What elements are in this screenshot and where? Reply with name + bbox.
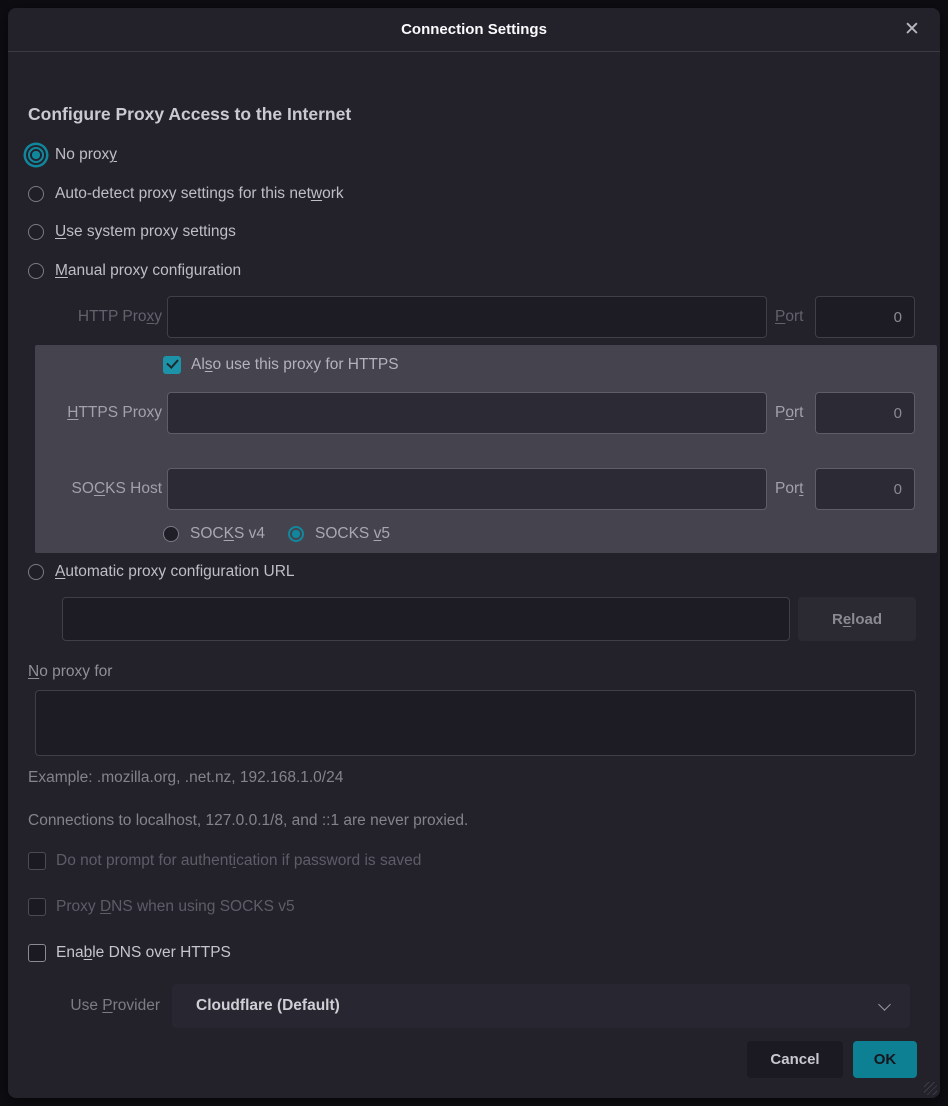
radio-manual-proxy[interactable]: Manual proxy configuration [28, 260, 241, 282]
radio-use-system[interactable]: Use system proxy settings [28, 221, 236, 243]
cancel-button[interactable]: Cancel [747, 1041, 843, 1078]
radio-auto-detect-label: Auto-detect proxy settings for this netw… [55, 185, 344, 203]
radio-socks-v4[interactable]: SOCKS v4 [163, 523, 265, 545]
close-icon[interactable]: ✕ [900, 18, 924, 42]
radio-selected-icon [28, 147, 44, 163]
no-prompt-auth-label: Do not prompt for authentication if pass… [56, 852, 421, 870]
also-use-https-checkbox[interactable]: Also use this proxy for HTTPS [163, 356, 399, 374]
checkbox-checked-icon [163, 356, 181, 374]
radio-unselected-icon [28, 224, 44, 240]
http-proxy-label: HTTP Proxy [8, 296, 162, 338]
https-port-label: Port [775, 392, 803, 434]
localhost-hint: Connections to localhost, 127.0.0.1/8, a… [28, 812, 468, 830]
https-proxy-input[interactable] [167, 392, 767, 434]
radio-auto-config-url[interactable]: Automatic proxy configuration URL [28, 561, 295, 583]
also-use-https-label: Also use this proxy for HTTPS [191, 356, 399, 374]
proxy-dns-label: Proxy DNS when using SOCKS v5 [56, 898, 295, 916]
radio-unselected-icon [28, 263, 44, 279]
radio-use-system-label: Use system proxy settings [55, 223, 236, 241]
radio-selected-icon [288, 526, 304, 542]
auto-config-url-input[interactable] [62, 597, 790, 641]
enable-doh-label: Enable DNS over HTTPS [56, 944, 231, 962]
http-proxy-input[interactable] [167, 296, 767, 338]
connection-settings-dialog: Connection Settings ✕ Configure Proxy Ac… [8, 8, 940, 1098]
enable-doh-checkbox[interactable]: Enable DNS over HTTPS [28, 944, 231, 962]
radio-auto-config-url-label: Automatic proxy configuration URL [55, 563, 295, 581]
radio-no-proxy[interactable]: No proxy [28, 144, 117, 166]
http-port-label: Port [775, 296, 803, 338]
radio-auto-detect[interactable]: Auto-detect proxy settings for this netw… [28, 183, 344, 205]
http-port-input[interactable] [815, 296, 915, 338]
example-hint: Example: .mozilla.org, .net.nz, 192.168.… [28, 769, 343, 787]
provider-dropdown-value: Cloudflare (Default) [196, 984, 340, 1028]
provider-dropdown[interactable]: Cloudflare (Default) [172, 984, 910, 1028]
highlighted-section [35, 345, 937, 553]
no-prompt-auth-checkbox[interactable]: Do not prompt for authentication if pass… [28, 852, 421, 870]
radio-socks-v4-label: SOCKS v4 [190, 525, 265, 543]
socks-port-label: Port [775, 468, 803, 510]
radio-unselected-icon [28, 564, 44, 580]
radio-unselected-icon [163, 526, 179, 542]
ok-button[interactable]: OK [853, 1041, 917, 1078]
page-title: Configure Proxy Access to the Internet [28, 104, 351, 125]
dialog-titlebar: Connection Settings ✕ [8, 8, 940, 52]
chevron-down-icon [880, 1000, 890, 1010]
use-provider-label: Use Provider [8, 984, 160, 1028]
https-proxy-label: HTTPS Proxy [8, 392, 162, 434]
proxy-dns-checkbox[interactable]: Proxy DNS when using SOCKS v5 [28, 898, 295, 916]
radio-socks-v5[interactable]: SOCKS v5 [288, 523, 390, 545]
radio-no-proxy-label: No proxy [55, 146, 117, 164]
socks-host-input[interactable] [167, 468, 767, 510]
no-proxy-for-label: No proxy for [28, 663, 112, 681]
socks-port-input[interactable] [815, 468, 915, 510]
radio-socks-v5-label: SOCKS v5 [315, 525, 390, 543]
https-port-input[interactable] [815, 392, 915, 434]
checkbox-unchecked-icon [28, 944, 46, 962]
dialog-title: Connection Settings [8, 8, 940, 52]
reload-button[interactable]: Reload [798, 597, 916, 641]
no-proxy-for-textarea[interactable] [35, 690, 916, 756]
checkbox-unchecked-icon [28, 852, 46, 870]
radio-unselected-icon [28, 186, 44, 202]
radio-manual-proxy-label: Manual proxy configuration [55, 262, 241, 280]
checkbox-unchecked-icon [28, 898, 46, 916]
resize-handle[interactable] [924, 1082, 937, 1095]
socks-host-label: SOCKS Host [8, 468, 162, 510]
